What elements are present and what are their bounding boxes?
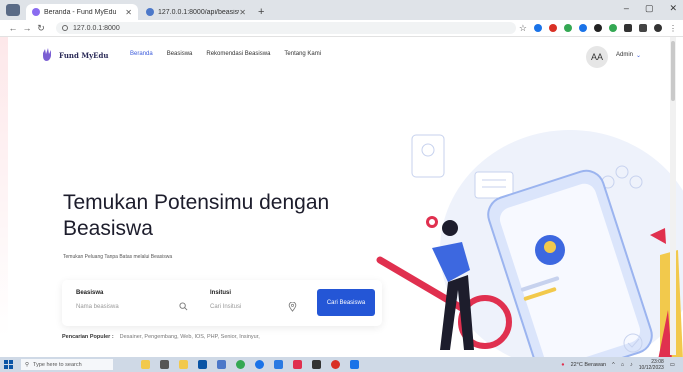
tab-api-beasiswa[interactable]: 127.0.0.1:8000/api/beasiswa ✕	[140, 4, 252, 20]
edge-icon[interactable]	[255, 360, 264, 369]
popular-searches: Pencarian Populer : Desainer, Pengembang…	[62, 334, 260, 340]
user-menu[interactable]: Admin ⌄	[616, 52, 641, 59]
app-icon[interactable]	[217, 360, 226, 369]
store-icon[interactable]	[198, 360, 207, 369]
file-explorer-icon[interactable]	[179, 360, 188, 369]
weather-icon[interactable]: ●	[561, 362, 564, 368]
windows-start-icon[interactable]	[4, 360, 13, 369]
star-icon[interactable]: ☆	[519, 23, 527, 34]
pinned-apps	[141, 360, 359, 369]
institusi-input[interactable]: Cari Insitusi	[210, 304, 241, 310]
site-navbar: Fund MyEdu Beranda Beasiswa Rekomendasi …	[0, 37, 683, 75]
beasiswa-field[interactable]: Beasiswa Nama beasiswa	[76, 290, 119, 310]
beasiswa-input[interactable]: Nama beasiswa	[76, 304, 119, 310]
hero-title-line1: Temukan Potensimu dengan	[63, 191, 330, 214]
tab-beranda[interactable]: Beranda - Fund MyEdu ✕	[26, 4, 138, 20]
chevron-down-icon: ⌄	[636, 53, 642, 59]
popular-label: Pencarian Populer :	[62, 334, 114, 340]
profile-card-icon	[411, 134, 445, 178]
tab-title: Beranda - Fund MyEdu	[44, 8, 117, 16]
nav-tentang-kami[interactable]: Tentang Kami	[284, 51, 321, 57]
page-scrollbar[interactable]	[670, 37, 676, 355]
maximize-icon[interactable]: ▢	[645, 3, 654, 14]
hero-illustration	[376, 130, 683, 360]
tab-search-icon[interactable]	[6, 4, 20, 16]
address-bar: ← → ↻ 127.0.0.1:8000 ☆ ⋮	[0, 20, 683, 37]
app-icon[interactable]	[293, 360, 302, 369]
weather-text[interactable]: 22°C Berawan	[571, 362, 607, 368]
taskbar-search-placeholder: Type here to search	[33, 361, 82, 368]
sidebar-icon[interactable]	[639, 24, 647, 32]
location-pin-icon[interactable]	[288, 302, 297, 312]
clock[interactable]: 23:08 10/12/2023	[639, 359, 664, 371]
reload-icon[interactable]: ↻	[34, 23, 48, 34]
window-controls: – ▢ ✕	[624, 3, 677, 14]
task-view-icon[interactable]	[160, 360, 169, 369]
app-icon[interactable]	[312, 360, 321, 369]
tab-title: 127.0.0.1:8000/api/beasiswa	[158, 8, 240, 16]
browser-tab-bar: Beranda - Fund MyEdu ✕ 127.0.0.1:8000/ap…	[0, 0, 683, 20]
brand-name: Fund MyEdu	[59, 50, 109, 60]
profile-icon[interactable]	[654, 24, 662, 32]
notifications-icon[interactable]: ▭	[670, 362, 675, 368]
search-card: Beasiswa Nama beasiswa Insitusi Cari Ins…	[62, 280, 382, 326]
hero-title: Temukan Potensimu dengan Beasiswa	[63, 190, 329, 242]
extensions-area: ☆ ⋮	[519, 23, 677, 34]
url-input[interactable]: 127.0.0.1:8000	[56, 22, 516, 34]
institusi-label: Insitusi	[210, 290, 232, 296]
hero-subtitle: Temukan Peluang Tanpa Batas melalui Beas…	[63, 254, 173, 260]
scrollbar-thumb[interactable]	[671, 41, 675, 101]
back-icon[interactable]: ←	[6, 23, 20, 33]
hero-title-line2: Beasiswa	[63, 217, 153, 240]
fund-myedu-favicon-icon	[32, 8, 40, 16]
chrome-icon[interactable]	[236, 360, 245, 369]
avatar[interactable]: AA	[586, 46, 608, 68]
left-accent-strip	[0, 37, 8, 337]
url-text: 127.0.0.1:8000	[73, 24, 120, 32]
tray-chevron-icon[interactable]: ^	[612, 362, 615, 368]
institusi-field[interactable]: Insitusi Cari Insitusi	[210, 290, 241, 310]
extension-icon[interactable]	[594, 24, 602, 32]
close-icon[interactable]: ✕	[125, 8, 132, 17]
forward-icon[interactable]: →	[20, 23, 34, 33]
search-icon: ⚲	[25, 361, 30, 368]
new-tab-icon[interactable]: +	[258, 6, 264, 18]
document-card-icon	[474, 171, 514, 199]
taskbar-search[interactable]: ⚲ Type here to search	[21, 359, 113, 370]
extension-icon[interactable]	[564, 24, 572, 32]
extension-icon[interactable]	[534, 24, 542, 32]
close-icon[interactable]: ✕	[239, 8, 246, 17]
clock-date: 10/12/2023	[638, 365, 664, 371]
globe-icon	[146, 8, 154, 16]
nav-beasiswa[interactable]: Beasiswa	[167, 51, 193, 57]
extension-icon[interactable]	[549, 24, 557, 32]
more-icon[interactable]: ⋮	[669, 24, 677, 33]
app-icon[interactable]	[331, 360, 340, 369]
site-info-icon[interactable]	[62, 25, 68, 31]
nav-beranda[interactable]: Beranda	[130, 51, 153, 57]
app-icon[interactable]	[274, 360, 283, 369]
extension-icon[interactable]	[609, 24, 617, 32]
close-window-icon[interactable]: ✕	[669, 3, 677, 14]
brand-logo[interactable]: Fund MyEdu	[40, 47, 109, 63]
extension-icon[interactable]	[579, 24, 587, 32]
extensions-puzzle-icon[interactable]	[624, 24, 632, 32]
main-menu: Beranda Beasiswa Rekomendasi Beasiswa Te…	[130, 51, 321, 57]
beasiswa-label: Beasiswa	[76, 290, 104, 296]
os-taskbar: ⚲ Type here to search ● 22°C Berawan ^ ⌂…	[0, 357, 683, 372]
user-name: Admin	[616, 52, 634, 58]
small-magnifier-icon	[426, 216, 438, 228]
app-icon[interactable]	[141, 360, 150, 369]
search-icon[interactable]	[179, 302, 188, 311]
popular-values[interactable]: Desainer, Pengembang, Web, IOS, PHP, Sen…	[120, 334, 260, 340]
volume-icon[interactable]: ♪	[630, 362, 633, 368]
network-icon[interactable]: ⌂	[621, 362, 624, 368]
vscode-icon[interactable]	[350, 360, 359, 369]
minimize-icon[interactable]: –	[624, 3, 629, 14]
system-tray: ● 22°C Berawan ^ ⌂ ♪ 23:08 10/12/2023 ▭	[561, 359, 675, 371]
nav-rekomendasi-beasiswa[interactable]: Rekomendasi Beasiswa	[206, 51, 270, 57]
hand-logo-icon	[43, 48, 51, 61]
